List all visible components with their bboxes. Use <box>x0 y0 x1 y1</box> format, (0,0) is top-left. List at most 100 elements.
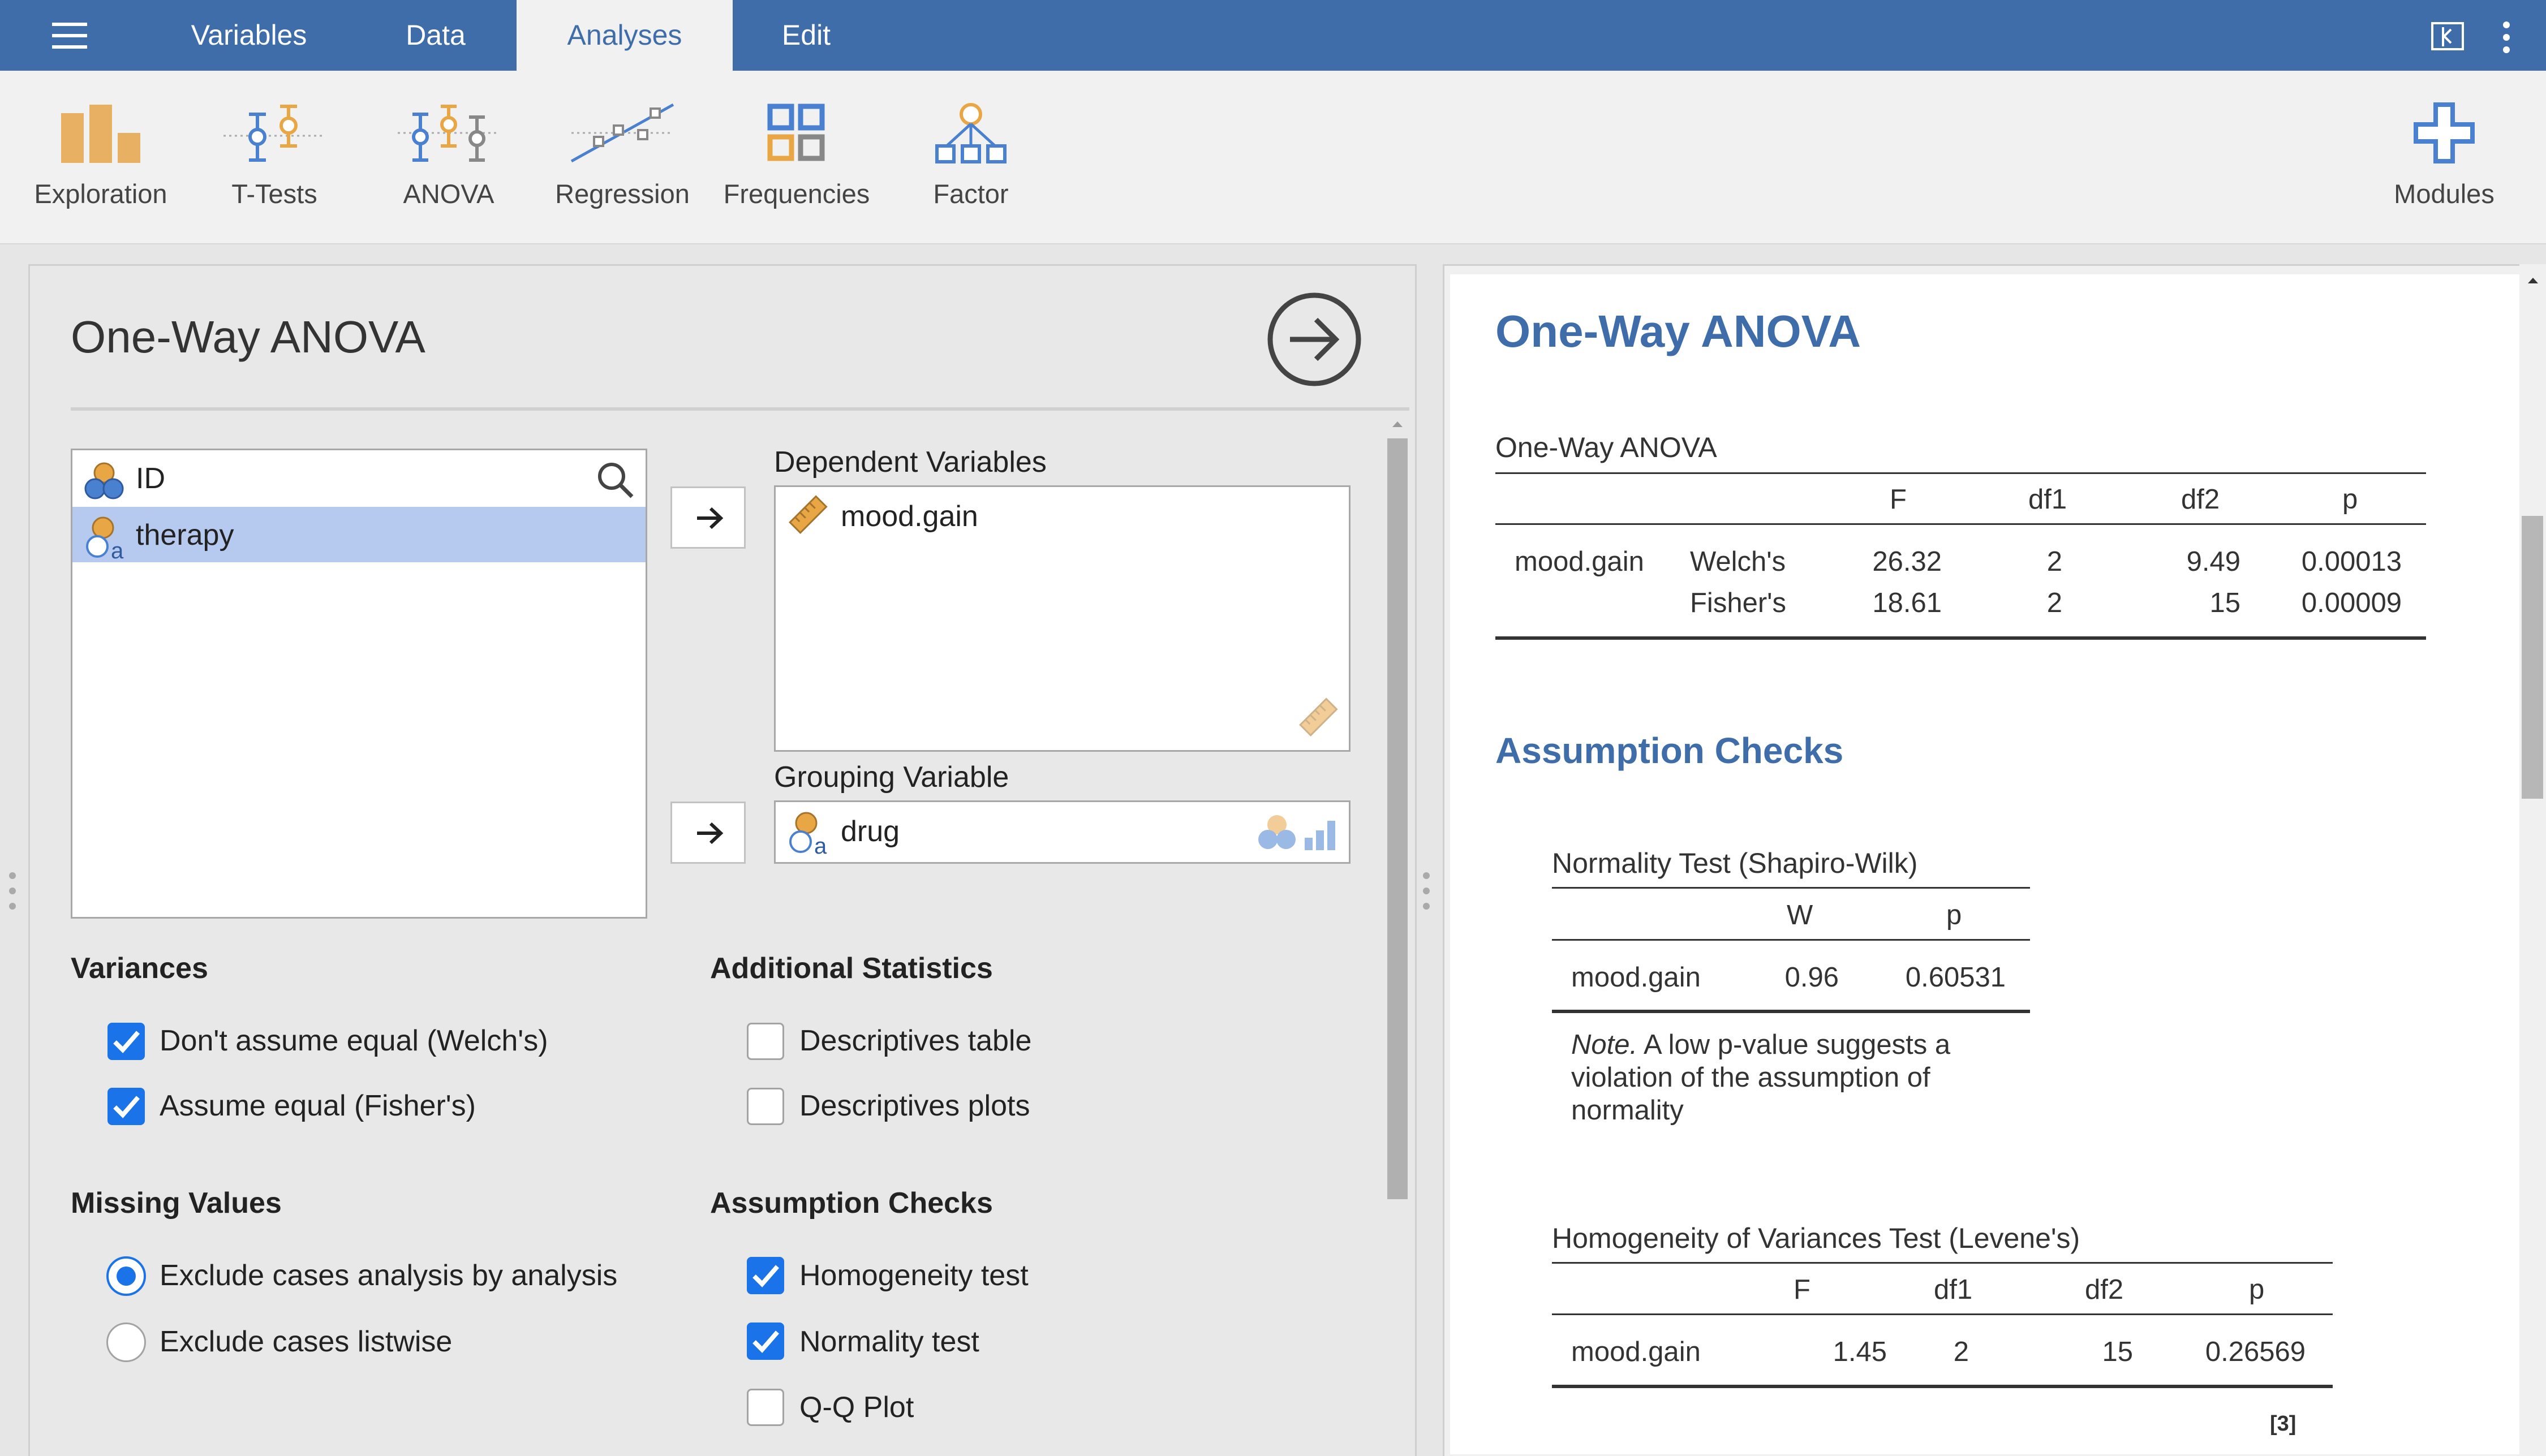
tab-data[interactable]: Data <box>373 0 498 71</box>
tab-edit[interactable]: Edit <box>758 0 854 71</box>
results-scrollbar-thumb[interactable] <box>2522 516 2543 799</box>
descriptives-table-label: Descriptives table <box>799 1024 1032 1057</box>
note-line-1: A low p-value suggests a <box>1644 1029 1951 1060</box>
scroll-up-icon[interactable] <box>2526 274 2540 286</box>
welch-label: Don't assume equal (Welch's) <box>160 1024 548 1057</box>
homogeneity-checkbox[interactable] <box>747 1257 784 1294</box>
welch-checkbox[interactable] <box>107 1023 145 1060</box>
move-to-dependent-button[interactable] <box>670 486 746 549</box>
table-rule <box>1552 887 2030 889</box>
assumption-checks-heading: Assumption Checks <box>710 1187 993 1220</box>
checkmark-icon <box>113 1031 140 1053</box>
tab-analyses[interactable]: Analyses <box>517 0 733 71</box>
levene-row-f: 1.45 <box>1833 1337 1887 1367</box>
search-icon[interactable] <box>597 462 634 499</box>
frequencies-button[interactable]: Frequencies <box>712 71 881 243</box>
grouping-variable-item[interactable]: drug <box>841 815 900 848</box>
nominal-text-variable-icon: a <box>86 516 124 561</box>
continuous-ruler-icon <box>789 495 828 534</box>
list-item[interactable]: ID <box>72 450 646 506</box>
normality-row-var: mood.gain <box>1571 962 1701 993</box>
anova-row-p: 0.00009 <box>2301 588 2402 618</box>
note-line-2: violation of the assumption of <box>1571 1062 1930 1093</box>
svg-text:a: a <box>111 539 124 561</box>
grouping-variable-box[interactable]: a drug <box>774 800 1351 864</box>
variables-list[interactable]: ID a therapy <box>71 449 647 919</box>
note-label: Note. <box>1571 1029 1638 1060</box>
grouping-variable-label: Grouping Variable <box>774 761 1009 794</box>
options-scrollbar-thumb[interactable] <box>1387 438 1408 1199</box>
checkmark-icon <box>113 1096 140 1118</box>
anova-row-df2: 9.49 <box>2186 546 2240 577</box>
results-scrollbar[interactable] <box>2519 264 2546 1454</box>
variances-heading: Variances <box>71 952 208 985</box>
move-to-grouping-button[interactable] <box>670 802 746 864</box>
qq-plot-checkbox[interactable] <box>747 1389 784 1426</box>
additional-statistics-heading: Additional Statistics <box>710 952 993 985</box>
regression-button[interactable]: Regression <box>537 71 707 243</box>
scroll-up-icon[interactable] <box>1391 418 1404 429</box>
anova-button[interactable]: ANOVA <box>364 71 534 243</box>
levene-table-caption: Homogeneity of Variances Test (Levene's) <box>1552 1222 2080 1254</box>
run-arrow-icon[interactable] <box>1266 291 1362 387</box>
factor-button[interactable]: Factor <box>886 71 1056 243</box>
anova-icon <box>398 105 500 162</box>
variable-id-label: ID <box>136 462 165 495</box>
descriptives-table-checkbox[interactable] <box>747 1023 784 1060</box>
nominal-text-variable-icon: a <box>789 812 827 856</box>
modules-button[interactable]: Modules <box>2359 71 2529 243</box>
plus-icon <box>2414 102 2475 163</box>
arrow-right-icon <box>697 507 724 529</box>
anova-header-df2: df2 <box>2181 484 2220 515</box>
anova-row-f: 18.61 <box>1872 588 1942 618</box>
anova-row-p: 0.00013 <box>2301 546 2402 577</box>
arrow-right-icon <box>697 822 724 845</box>
assumption-checks-results-heading: Assumption Checks <box>1495 730 1844 771</box>
splitter-handle-icon[interactable] <box>1422 871 1431 911</box>
normality-header-p: p <box>1946 900 1962 931</box>
descriptives-plots-checkbox[interactable] <box>747 1088 784 1125</box>
normality-label: Normality test <box>799 1325 979 1358</box>
exclude-listwise-radio[interactable] <box>106 1323 146 1362</box>
missing-values-heading: Missing Values <box>71 1187 282 1220</box>
anova-table-caption: One-Way ANOVA <box>1495 432 1717 463</box>
exclude-analysis-label: Exclude cases analysis by analysis <box>160 1259 618 1292</box>
anova-row-var: mood.gain <box>1515 546 1644 577</box>
title-divider <box>71 407 1409 411</box>
checkmark-icon <box>752 1330 780 1353</box>
more-vert-icon[interactable] <box>2500 21 2513 53</box>
anova-row-df1: 2 <box>2046 546 2062 577</box>
normality-row-p: 0.60531 <box>1905 962 2006 993</box>
tab-variables[interactable]: Variables <box>164 0 334 71</box>
anova-header-f: F <box>1890 484 1907 515</box>
normality-header-w: W <box>1787 900 1813 931</box>
exploration-button[interactable]: Exploration <box>16 71 186 243</box>
frequencies-icon <box>767 104 825 161</box>
t-tests-icon <box>223 105 325 162</box>
levene-row-df1: 2 <box>1953 1337 1969 1367</box>
hamburger-menu-icon[interactable] <box>50 21 91 50</box>
t-tests-button[interactable]: T-Tests <box>190 71 359 243</box>
exit-icon[interactable] <box>2431 21 2465 52</box>
dependent-variable-item[interactable]: mood.gain <box>841 499 978 533</box>
exclude-listwise-label: Exclude cases listwise <box>160 1325 453 1358</box>
fisher-checkbox[interactable] <box>107 1088 145 1125</box>
list-item[interactable]: a therapy <box>72 507 646 562</box>
options-scrollbar[interactable] <box>1385 416 1410 1454</box>
normality-checkbox[interactable] <box>747 1323 784 1360</box>
anova-header-df1: df1 <box>2028 484 2067 515</box>
normality-table-caption: Normality Test (Shapiro-Wilk) <box>1552 847 1918 879</box>
checkmark-icon <box>752 1265 780 1287</box>
table-rule <box>1552 939 2030 941</box>
table-bottom-rule <box>1552 1385 2333 1388</box>
anova-header-p: p <box>2342 484 2358 515</box>
left-drag-handle-icon[interactable] <box>8 871 17 911</box>
reference-footnote[interactable]: [3] <box>2270 1412 2296 1436</box>
table-rule <box>1495 523 2426 525</box>
dependent-variables-box[interactable]: mood.gain <box>774 485 1351 752</box>
anova-row-test: Fisher's <box>1690 588 1786 618</box>
table-rule <box>1552 1313 2333 1315</box>
levene-row-df2: 15 <box>2102 1337 2133 1367</box>
exclude-analysis-radio[interactable] <box>106 1256 146 1296</box>
normality-row-w: 0.96 <box>1784 962 1839 993</box>
